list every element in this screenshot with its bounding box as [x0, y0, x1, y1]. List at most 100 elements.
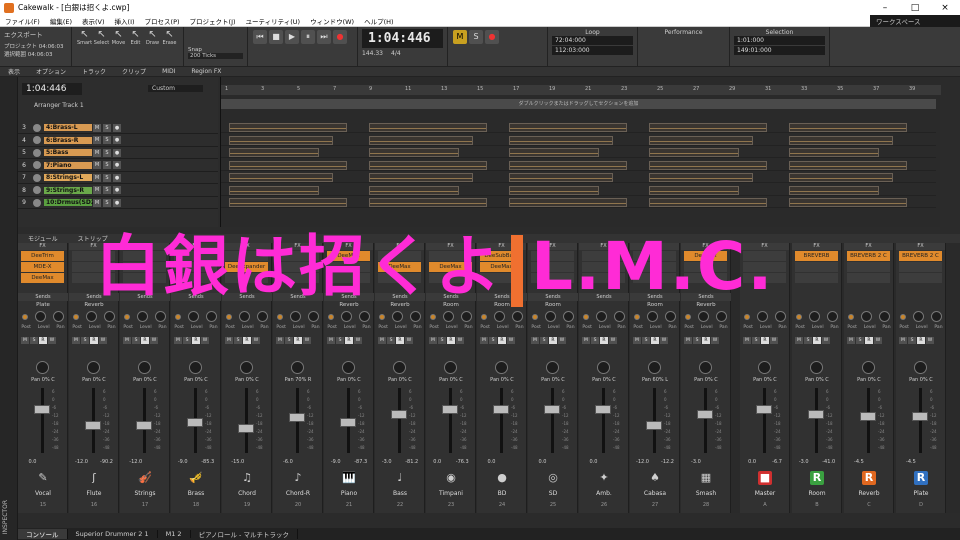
post-led-icon[interactable]: [480, 314, 487, 320]
pan-dial[interactable]: [914, 361, 927, 374]
strip-R-button[interactable]: R: [498, 337, 506, 344]
pan-dial[interactable]: [862, 361, 875, 374]
strip-name[interactable]: Master: [740, 490, 790, 497]
strip-M-button[interactable]: M: [743, 337, 751, 344]
strip-R-button[interactable]: R: [761, 337, 769, 344]
track-S-button[interactable]: S: [103, 161, 111, 169]
track-S-button[interactable]: S: [103, 123, 111, 132]
strip-M-button[interactable]: M: [429, 337, 437, 344]
pan-dial[interactable]: [36, 361, 49, 374]
clip[interactable]: [369, 173, 473, 182]
clip[interactable]: [789, 198, 907, 207]
volume-fader[interactable]: [391, 409, 407, 419]
level-knob[interactable]: [808, 311, 820, 322]
track-M-button[interactable]: M: [93, 136, 101, 144]
clip-lane[interactable]: [221, 172, 936, 183]
volume-fader[interactable]: [442, 404, 458, 414]
strip-S-button[interactable]: S: [234, 337, 242, 344]
post-led-icon[interactable]: [633, 314, 640, 320]
track-●-button[interactable]: ●: [113, 136, 121, 144]
clip[interactable]: [229, 123, 347, 132]
clip[interactable]: [649, 173, 753, 182]
level-knob[interactable]: [595, 311, 607, 322]
clip[interactable]: [649, 185, 739, 195]
strip-R-button[interactable]: R: [447, 337, 455, 344]
strip-name[interactable]: Plate: [896, 490, 946, 497]
strip-R-button[interactable]: R: [39, 337, 47, 344]
strip-R-button[interactable]: R: [243, 337, 251, 344]
strip-R-button[interactable]: R: [813, 337, 821, 344]
post-led-icon[interactable]: [123, 314, 130, 320]
track-row[interactable]: 7 8:Strings-L M S ●: [18, 172, 218, 184]
strip-R-button[interactable]: R: [90, 337, 98, 344]
post-led-icon[interactable]: [429, 314, 436, 320]
volume-fader[interactable]: [912, 412, 928, 421]
track-S-button[interactable]: S: [103, 136, 111, 144]
track-row[interactable]: 6 7:Piano M S ●: [18, 160, 218, 172]
strip-M-button[interactable]: M: [847, 337, 855, 344]
track-row[interactable]: 8 9:Strings-R M S ●: [18, 185, 218, 197]
clip[interactable]: [789, 185, 879, 195]
strip-W-button[interactable]: W: [201, 337, 209, 344]
track-M-button[interactable]: M: [93, 123, 101, 132]
track-●-button[interactable]: ●: [113, 198, 121, 207]
pan-knob[interactable]: [308, 311, 320, 322]
post-led-icon[interactable]: [743, 314, 750, 320]
inspector-strip[interactable]: INSPECTOR: [0, 77, 18, 540]
close-button[interactable]: ×: [930, 3, 960, 13]
menu-item[interactable]: プロセス(P): [140, 16, 185, 26]
strip-name[interactable]: BD: [477, 490, 527, 497]
strip-W-button[interactable]: W: [252, 337, 260, 344]
post-led-icon[interactable]: [174, 314, 181, 320]
level-knob[interactable]: [289, 311, 301, 322]
level-knob[interactable]: [238, 311, 250, 322]
strip-W-button[interactable]: W: [303, 337, 311, 344]
strip-W-button[interactable]: W: [405, 337, 413, 344]
tool-smart[interactable]: ↖ Smart: [76, 29, 93, 46]
clip[interactable]: [649, 123, 767, 132]
pan-knob[interactable]: [206, 311, 218, 322]
strip-R-button[interactable]: R: [865, 337, 873, 344]
clip[interactable]: [229, 185, 319, 195]
clip[interactable]: [229, 148, 319, 157]
view-menu-item[interactable]: トラック: [74, 67, 114, 76]
strip-name[interactable]: Chord: [222, 490, 272, 497]
pan-knob[interactable]: [359, 311, 371, 322]
bottom-tab[interactable]: M1 2: [158, 530, 191, 538]
pan-dial[interactable]: [495, 361, 508, 374]
play-icon[interactable]: ▶: [285, 30, 299, 44]
clip-lane[interactable]: [221, 147, 936, 158]
menu-item[interactable]: ユーティリティ(U): [241, 16, 306, 26]
strip-W-button[interactable]: W: [558, 337, 566, 344]
strip-M-button[interactable]: M: [21, 337, 29, 344]
tool-erase[interactable]: ↖ Erase: [161, 29, 178, 46]
strip-M-button[interactable]: M: [123, 337, 131, 344]
post-led-icon[interactable]: [899, 314, 906, 320]
fx-header[interactable]: FX: [18, 243, 67, 250]
pan-dial[interactable]: [342, 361, 355, 374]
level-knob[interactable]: [187, 311, 199, 322]
pan-dial[interactable]: [597, 361, 610, 374]
view-menu-item[interactable]: クリップ: [114, 67, 154, 76]
s-button[interactable]: S: [469, 30, 483, 44]
clip[interactable]: [649, 198, 767, 207]
pan-dial[interactable]: [810, 361, 823, 374]
strip-S-button[interactable]: S: [591, 337, 599, 344]
strip-R-button[interactable]: R: [702, 337, 710, 344]
strip-name[interactable]: Piano: [324, 490, 374, 497]
strip-W-button[interactable]: W: [874, 337, 882, 344]
strip-S-button[interactable]: S: [693, 337, 701, 344]
stop-icon[interactable]: ■: [269, 30, 283, 44]
strip-W-button[interactable]: W: [711, 337, 719, 344]
level-knob[interactable]: [34, 311, 46, 322]
volume-fader[interactable]: [34, 404, 50, 414]
pan-knob[interactable]: [827, 311, 839, 322]
strip-W-button[interactable]: W: [770, 337, 778, 344]
track-●-button[interactable]: ●: [113, 173, 121, 182]
track-M-button[interactable]: M: [93, 186, 101, 194]
track-●-button[interactable]: ●: [113, 123, 121, 132]
strip-name[interactable]: Smash: [681, 490, 731, 497]
level-knob[interactable]: [442, 311, 454, 322]
strip-S-button[interactable]: S: [30, 337, 38, 344]
arranger-lane[interactable]: ダブルクリックまたはドラッグしてセクションを追加: [221, 99, 936, 109]
